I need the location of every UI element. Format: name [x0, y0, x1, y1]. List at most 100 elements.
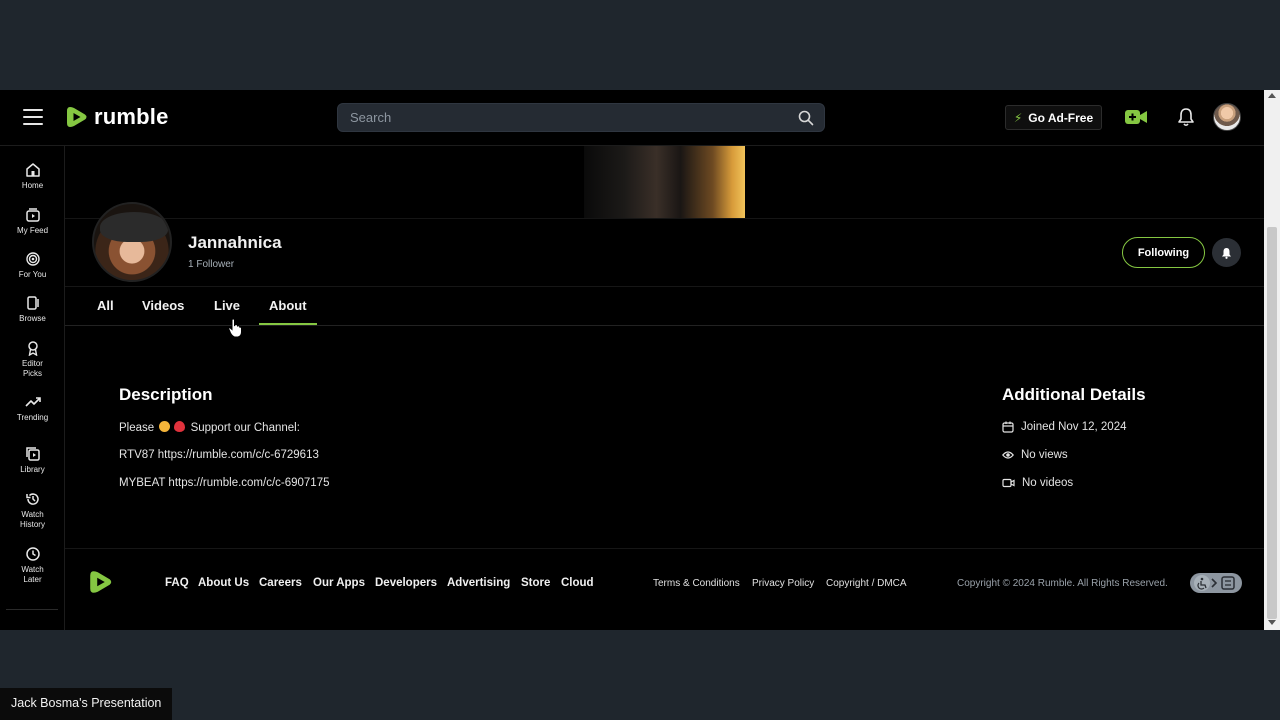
- footer-link-cloud[interactable]: Cloud: [561, 577, 594, 589]
- feed-icon: [25, 208, 40, 222]
- footer-link-copyright-dmca[interactable]: Copyright / DMCA: [826, 578, 907, 589]
- browse-icon: [26, 296, 39, 310]
- footer-link-about-us[interactable]: About Us: [198, 577, 249, 589]
- target-icon: [25, 252, 40, 266]
- sidebar-item-for-you[interactable]: For You: [0, 251, 65, 280]
- tab-live[interactable]: Live: [214, 298, 240, 313]
- videos-row: No videos: [1002, 477, 1073, 489]
- sidebar-item-label: Library: [20, 465, 45, 474]
- rumble-logo[interactable]: rumble: [64, 104, 169, 130]
- heart-emoji-icon: [174, 421, 186, 432]
- copyright-text: Copyright © 2024 Rumble. All Rights Rese…: [957, 578, 1168, 589]
- clock-icon: [25, 547, 40, 561]
- sidebar-item-label: Home: [21, 181, 44, 190]
- screen-share-stage: rumble ⚡ Go Ad-Free: [0, 0, 1280, 720]
- sidebar-item-trending[interactable]: Trending: [0, 394, 65, 423]
- library-icon: [25, 447, 40, 461]
- tab-all[interactable]: All: [97, 298, 114, 313]
- video-camera-icon: [1002, 478, 1015, 488]
- sidebar-item-browse[interactable]: Browse: [0, 295, 65, 324]
- trending-icon: [24, 397, 41, 407]
- sidebar-item-label: Trending: [16, 413, 49, 422]
- presenter-label: Jack Bosma's Presentation: [0, 688, 173, 720]
- sidebar-item-my-feed[interactable]: My Feed: [0, 207, 65, 236]
- description-text: Support our Channel:: [190, 422, 300, 434]
- banner-divider: [65, 218, 1264, 219]
- footer-link-terms[interactable]: Terms & Conditions: [653, 578, 740, 589]
- view-count: No views: [1021, 449, 1068, 461]
- sidebar: Home My Feed For You Browse Editor Picks…: [0, 146, 65, 630]
- channel-page: Jannahnica 1 Follower Following All Vide…: [65, 146, 1264, 630]
- home-icon: [25, 163, 40, 177]
- channel-name[interactable]: Jannahnica: [188, 233, 282, 253]
- calendar-icon: [1002, 421, 1014, 433]
- menu-icon[interactable]: [23, 109, 43, 125]
- bolt-icon: ⚡: [1013, 110, 1023, 125]
- following-button[interactable]: Following: [1122, 237, 1205, 268]
- page-scrollbar[interactable]: [1264, 90, 1280, 630]
- search-input[interactable]: [338, 104, 788, 131]
- bell-icon: [1222, 247, 1231, 259]
- logo-text: rumble: [94, 104, 169, 129]
- description-heading: Description: [119, 385, 213, 404]
- sidebar-item-home[interactable]: Home: [0, 162, 65, 191]
- scrollbar-thumb[interactable]: [1267, 227, 1277, 619]
- search-icon[interactable]: [798, 110, 814, 126]
- upload-video-icon[interactable]: [1124, 107, 1148, 127]
- description-text: Please: [119, 422, 155, 434]
- eye-icon: [1002, 451, 1014, 459]
- sidebar-item-label: My Feed: [16, 226, 49, 235]
- video-count: No videos: [1022, 477, 1074, 489]
- sidebar-item-label: Browse: [19, 314, 46, 323]
- rumble-play-icon: [67, 107, 87, 127]
- scroll-up-arrow-icon[interactable]: [1268, 93, 1276, 98]
- footer-link-our-apps[interactable]: Our Apps: [313, 577, 365, 589]
- ribbon-icon: [27, 341, 38, 356]
- views-row: No views: [1002, 449, 1068, 461]
- sidebar-divider: [6, 609, 58, 610]
- channel-tabs: All Videos Live About: [65, 287, 1264, 326]
- hand-pointer-cursor-icon: [228, 318, 242, 338]
- follower-count: 1 Follower: [188, 259, 235, 270]
- go-adfree-button[interactable]: ⚡ Go Ad-Free: [1005, 105, 1102, 130]
- joined-date-row: Joined Nov 12, 2024: [1002, 421, 1127, 433]
- scroll-down-arrow-icon[interactable]: [1268, 620, 1276, 625]
- top-header: rumble ⚡ Go Ad-Free: [0, 90, 1264, 146]
- sidebar-item-watch-later[interactable]: Watch Later: [0, 546, 65, 585]
- sidebar-item-label: Editor Picks: [22, 359, 43, 378]
- footer-link-privacy[interactable]: Privacy Policy: [752, 578, 814, 589]
- wheelchair-icon: [1194, 575, 1235, 591]
- page-footer: FAQ About Us Careers Our Apps Developers…: [65, 548, 1264, 630]
- tab-about[interactable]: About: [269, 298, 307, 313]
- tab-videos[interactable]: Videos: [142, 298, 184, 313]
- footer-link-store[interactable]: Store: [521, 577, 550, 589]
- sidebar-item-editor-picks[interactable]: Editor Picks: [0, 340, 65, 379]
- channel-avatar[interactable]: [92, 202, 172, 282]
- sidebar-item-library[interactable]: Library: [0, 446, 65, 475]
- search-bar: [337, 103, 825, 132]
- accessibility-icon[interactable]: [1190, 573, 1242, 593]
- description-line-3[interactable]: MYBEAT https://rumble.com/c/c-6907175: [119, 477, 330, 489]
- sidebar-item-label: For You: [18, 270, 47, 279]
- description-line-1: Please Support our Channel:: [119, 421, 300, 434]
- smile-emoji-icon: [159, 421, 171, 432]
- active-tab-indicator: [259, 323, 317, 325]
- channel-notifications-button[interactable]: [1212, 238, 1241, 267]
- user-avatar[interactable]: [1213, 103, 1241, 131]
- footer-link-careers[interactable]: Careers: [259, 577, 302, 589]
- sidebar-item-label: Watch Later: [21, 565, 44, 584]
- footer-link-faq[interactable]: FAQ: [165, 577, 189, 589]
- browser-viewport: rumble ⚡ Go Ad-Free: [0, 90, 1280, 630]
- history-icon: [25, 493, 39, 505]
- sidebar-item-label: Watch History: [20, 510, 45, 529]
- footer-link-advertising[interactable]: Advertising: [447, 577, 510, 589]
- description-line-2[interactable]: RTV87 https://rumble.com/c/c-6729613: [119, 449, 319, 461]
- rumble-play-icon[interactable]: [87, 568, 115, 596]
- channel-banner-image: [584, 146, 745, 218]
- joined-date: Joined Nov 12, 2024: [1021, 421, 1127, 433]
- additional-details-heading: Additional Details: [1002, 385, 1146, 404]
- sidebar-item-watch-history[interactable]: Watch History: [0, 491, 65, 530]
- footer-link-developers[interactable]: Developers: [375, 577, 437, 589]
- go-adfree-label: Go Ad-Free: [1028, 110, 1094, 125]
- notifications-bell-icon[interactable]: [1177, 107, 1195, 127]
